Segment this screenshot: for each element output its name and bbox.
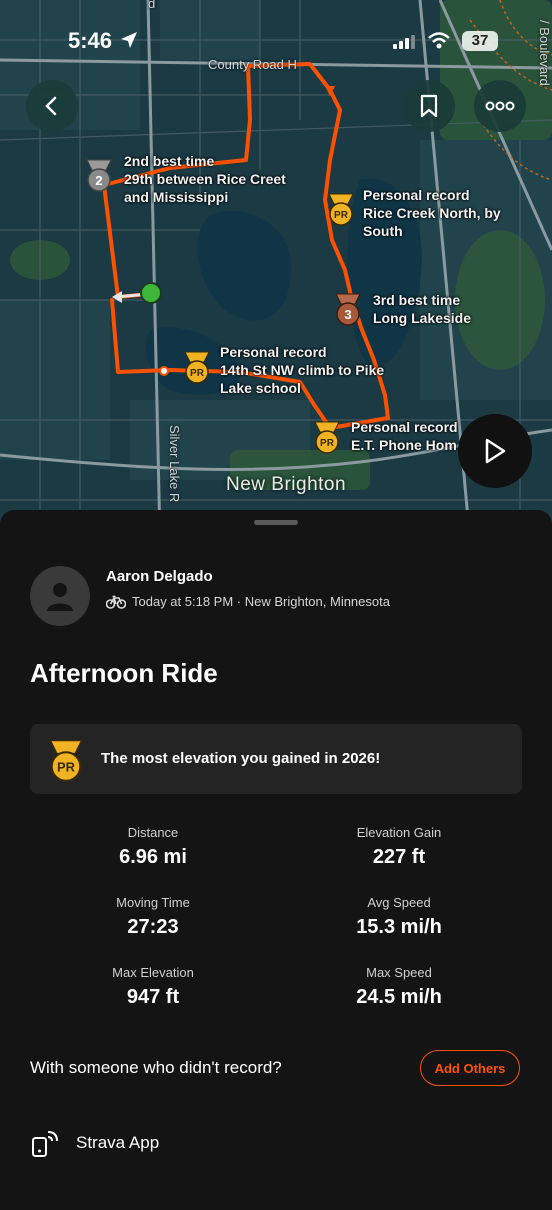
location-arrow-icon (121, 32, 137, 48)
segment-status: Personal record (351, 419, 458, 435)
bike-icon (106, 595, 126, 609)
achievement-text: The most elevation you gained in 2026! (101, 750, 381, 767)
stat-max-elevation: Max Elevation 947 ft (33, 965, 273, 1009)
pr-medal-icon[interactable]: PR (326, 192, 356, 226)
svg-text:PR: PR (190, 368, 205, 379)
chevron-left-icon (45, 96, 57, 116)
segment-label-et-phone-home[interactable]: Personal record E.T. Phone Hom (351, 418, 458, 454)
stat-elevation-gain: Elevation Gain 227 ft (279, 825, 519, 869)
achievement-badge-text: PR (57, 760, 76, 775)
segment-name: and Mississippi (124, 189, 229, 205)
stat-label: Distance (127, 825, 179, 840)
third-place-medal-icon[interactable]: 3 (333, 292, 363, 326)
activity-meta: Today at 5:18 PM · New Brighton, Minneso… (106, 594, 390, 609)
segment-label-29th[interactable]: 2nd best time 29th between Rice Creet an… (124, 152, 286, 206)
play-icon (485, 438, 506, 464)
segment-label-14th-st[interactable]: Personal record 14th St NW climb to Pike… (220, 343, 384, 397)
battery-icon: 37 (462, 31, 498, 51)
stat-max-speed: Max Speed 24.5 mi/h (279, 965, 519, 1009)
second-place-medal-icon[interactable]: 2 (84, 158, 114, 192)
device-row[interactable]: Strava App (30, 1128, 159, 1158)
segment-name: Rice Creek North, by (363, 205, 501, 221)
stat-label: Max Elevation (112, 965, 194, 980)
achievement-banner[interactable]: PR The most elevation you gained in 2026… (30, 724, 522, 794)
activity-title: Afternoon Ride (30, 658, 218, 688)
segment-name: Lake school (220, 380, 301, 396)
save-route-button[interactable] (403, 80, 455, 132)
stat-value: 15.3 mi/h (356, 916, 442, 938)
segment-status: 2nd best time (124, 153, 215, 169)
battery-level: 37 (471, 32, 489, 49)
road-label-boulevard: / Boulevard (537, 20, 552, 86)
segment-status: Personal record (363, 187, 470, 203)
ellipsis-icon (485, 101, 515, 111)
stat-value: 947 ft (126, 986, 180, 1008)
pr-medal-icon: PR (49, 739, 83, 782)
stat-label: Avg Speed (367, 895, 431, 910)
pr-medal-icon[interactable]: PR (182, 350, 212, 384)
svg-text:2: 2 (95, 173, 102, 188)
stat-value: 24.5 mi/h (356, 986, 442, 1008)
device-name: Strava App (76, 1133, 160, 1152)
segment-name: 14th St NW climb to Pike (220, 362, 385, 378)
sheet-drag-handle[interactable] (254, 520, 298, 525)
svg-text:PR: PR (320, 438, 335, 449)
segment-name: South (363, 223, 403, 239)
segment-name: E.T. Phone Hom (351, 437, 457, 453)
road-label-county-road: County Road H (208, 57, 297, 72)
status-time: 5:46 (68, 28, 113, 53)
cellular-signal-icon (393, 35, 415, 49)
avatar[interactable] (30, 566, 90, 626)
stat-moving-time: Moving Time 27:23 (33, 895, 273, 939)
segment-label-rice-creek[interactable]: Personal record Rice Creek North, by Sou… (363, 186, 501, 240)
road-label-corner: d (148, 0, 156, 11)
road-label-silver-lake: Silver Lake R (167, 425, 182, 503)
stat-label: Elevation Gain (356, 825, 442, 840)
activity-map[interactable]: County Road H Silver Lake R / Boulevard … (0, 0, 552, 540)
add-others-button[interactable]: Add Others (420, 1050, 520, 1086)
segment-status: 3rd best time (373, 292, 461, 308)
back-button[interactable] (26, 80, 78, 132)
with-others-prompt: With someone who didn't record? (30, 1058, 282, 1077)
athlete-name[interactable]: Aaron Delgado (106, 568, 213, 585)
svg-text:PR: PR (334, 210, 349, 221)
segment-status: Personal record (220, 344, 327, 360)
stat-avg-speed: Avg Speed 15.3 mi/h (279, 895, 519, 939)
stat-value: 6.96 mi (119, 846, 187, 868)
segment-name: Long Lakeside (373, 310, 472, 326)
phone-broadcast-icon (32, 1131, 58, 1157)
city-label: New Brighton (226, 474, 347, 495)
flyover-play-button[interactable] (458, 414, 532, 488)
pr-medal-icon[interactable]: PR (312, 420, 342, 454)
segment-label-long-lakeside[interactable]: 3rd best time Long Lakeside (373, 291, 471, 327)
stat-distance: Distance 6.96 mi (33, 825, 273, 869)
segment-name: 29th between Rice Creet (124, 171, 286, 187)
stat-value: 227 ft (372, 846, 426, 868)
stat-value: 27:23 (127, 916, 179, 938)
bookmark-icon (420, 94, 438, 118)
activity-date-location: Today at 5:18 PM · New Brighton, Minneso… (132, 594, 390, 609)
svg-text:3: 3 (344, 307, 351, 322)
wifi-icon (428, 32, 450, 49)
more-options-button[interactable] (474, 80, 526, 132)
user-icon (47, 583, 73, 611)
activity-details-sheet: Aaron Delgado Today at 5:18 PM · New Bri… (0, 510, 552, 1210)
stat-label: Moving Time (116, 895, 190, 910)
stat-label: Max Speed (366, 965, 432, 980)
